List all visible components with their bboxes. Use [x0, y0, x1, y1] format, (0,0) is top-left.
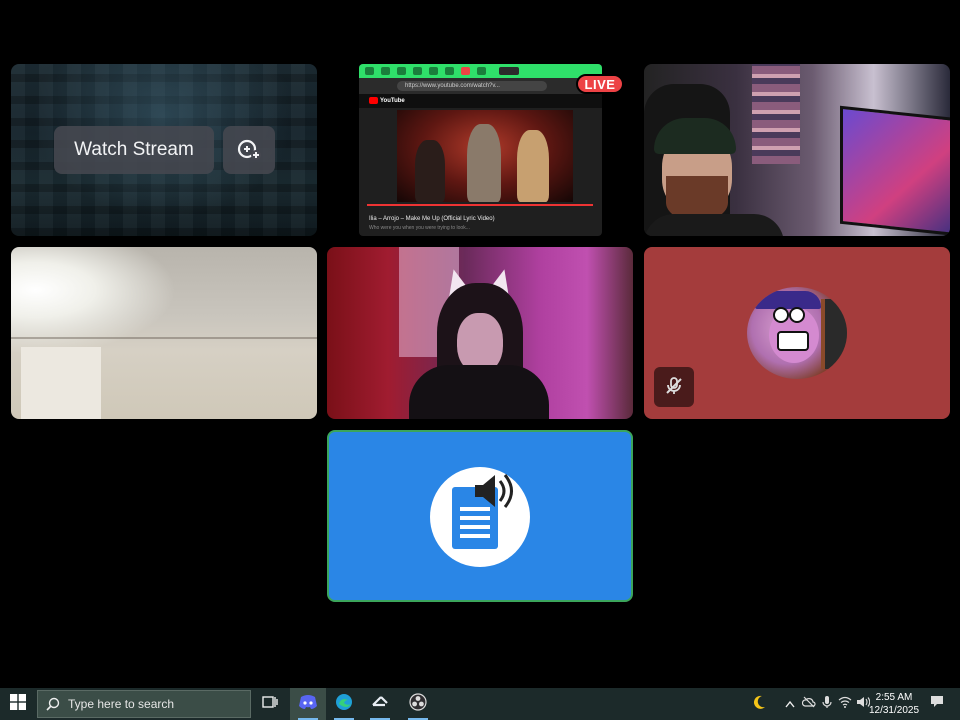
clock-date: 12/31/2025 — [868, 705, 920, 716]
chevron-up-icon — [785, 695, 795, 713]
youtube-video-title: Ilia – Arrojo – Make Me Up (Official Lyr… — [369, 216, 495, 222]
camera-tile-1[interactable] — [644, 64, 950, 236]
tray-night-light[interactable] — [748, 688, 770, 720]
task-view-button[interactable] — [252, 688, 288, 720]
clock-time: 2:55 AM — [875, 692, 913, 703]
muted-indicator[interactable] — [654, 367, 694, 407]
tray-overflow[interactable] — [782, 688, 798, 720]
background-monitor — [840, 105, 950, 236]
muted-mic-icon — [663, 375, 685, 400]
youtube-header: YouTube — [359, 94, 602, 108]
live-screenshare-tile[interactable]: https://www.youtube.com/watch?v... YouTu… — [359, 64, 602, 236]
browser-tab-strip — [359, 64, 602, 78]
tray-network[interactable] — [836, 688, 854, 720]
edge-icon — [335, 693, 353, 716]
search-placeholder: Type here to search — [68, 697, 175, 711]
browser-url: https://www.youtube.com/watch?v... — [397, 81, 547, 91]
avatar-tile[interactable] — [644, 247, 950, 419]
cloud-off-icon — [801, 695, 816, 713]
popout-stream-button[interactable] — [223, 126, 275, 174]
avatar — [747, 287, 847, 379]
moon-icon — [751, 694, 767, 715]
tts-avatar — [430, 467, 530, 567]
taskbar-discord[interactable] — [290, 688, 326, 720]
search-icon — [46, 697, 60, 711]
taskbar-edge[interactable] — [326, 688, 362, 720]
discord-icon — [298, 694, 318, 715]
notification-icon — [930, 695, 944, 713]
taskbar-steam[interactable] — [362, 688, 398, 720]
camera-tile-2[interactable] — [11, 247, 317, 419]
tray-notifications[interactable] — [926, 688, 948, 720]
participant-face — [457, 313, 503, 373]
tray-mic[interactable] — [818, 688, 836, 720]
obs-icon — [409, 692, 427, 716]
watch-stream-button[interactable]: Watch Stream — [54, 126, 214, 174]
tray-cloud[interactable] — [800, 688, 818, 720]
youtube-video-frame — [397, 110, 573, 202]
task-view-icon — [261, 694, 279, 715]
tts-bot-tile[interactable] — [327, 430, 633, 602]
camera-tile-3[interactable] — [327, 247, 633, 419]
youtube-progress-bar — [367, 204, 593, 212]
steam-icon — [371, 693, 389, 716]
live-badge: LIVE — [576, 74, 624, 94]
taskbar-clock[interactable]: 2:55 AM 12/31/2025 — [866, 691, 922, 717]
youtube-logo: YouTube — [369, 97, 405, 104]
youtube-video-subtitle: Who were you when you were trying to loo… — [369, 225, 470, 231]
windows-icon — [10, 693, 26, 715]
stream-preview-tile[interactable]: Watch Stream — [11, 64, 317, 236]
wifi-icon — [838, 695, 852, 713]
document-speaker-icon — [430, 474, 530, 571]
browser-address-bar: https://www.youtube.com/watch?v... — [359, 78, 602, 94]
taskbar: Type here to search 2:55 AM 12/31/2025 — [0, 688, 960, 720]
taskbar-obs[interactable] — [400, 688, 436, 720]
taskbar-search[interactable]: Type here to search — [37, 690, 251, 718]
microphone-icon — [822, 695, 832, 714]
popout-plus-icon — [236, 136, 262, 165]
start-button[interactable] — [0, 688, 36, 720]
